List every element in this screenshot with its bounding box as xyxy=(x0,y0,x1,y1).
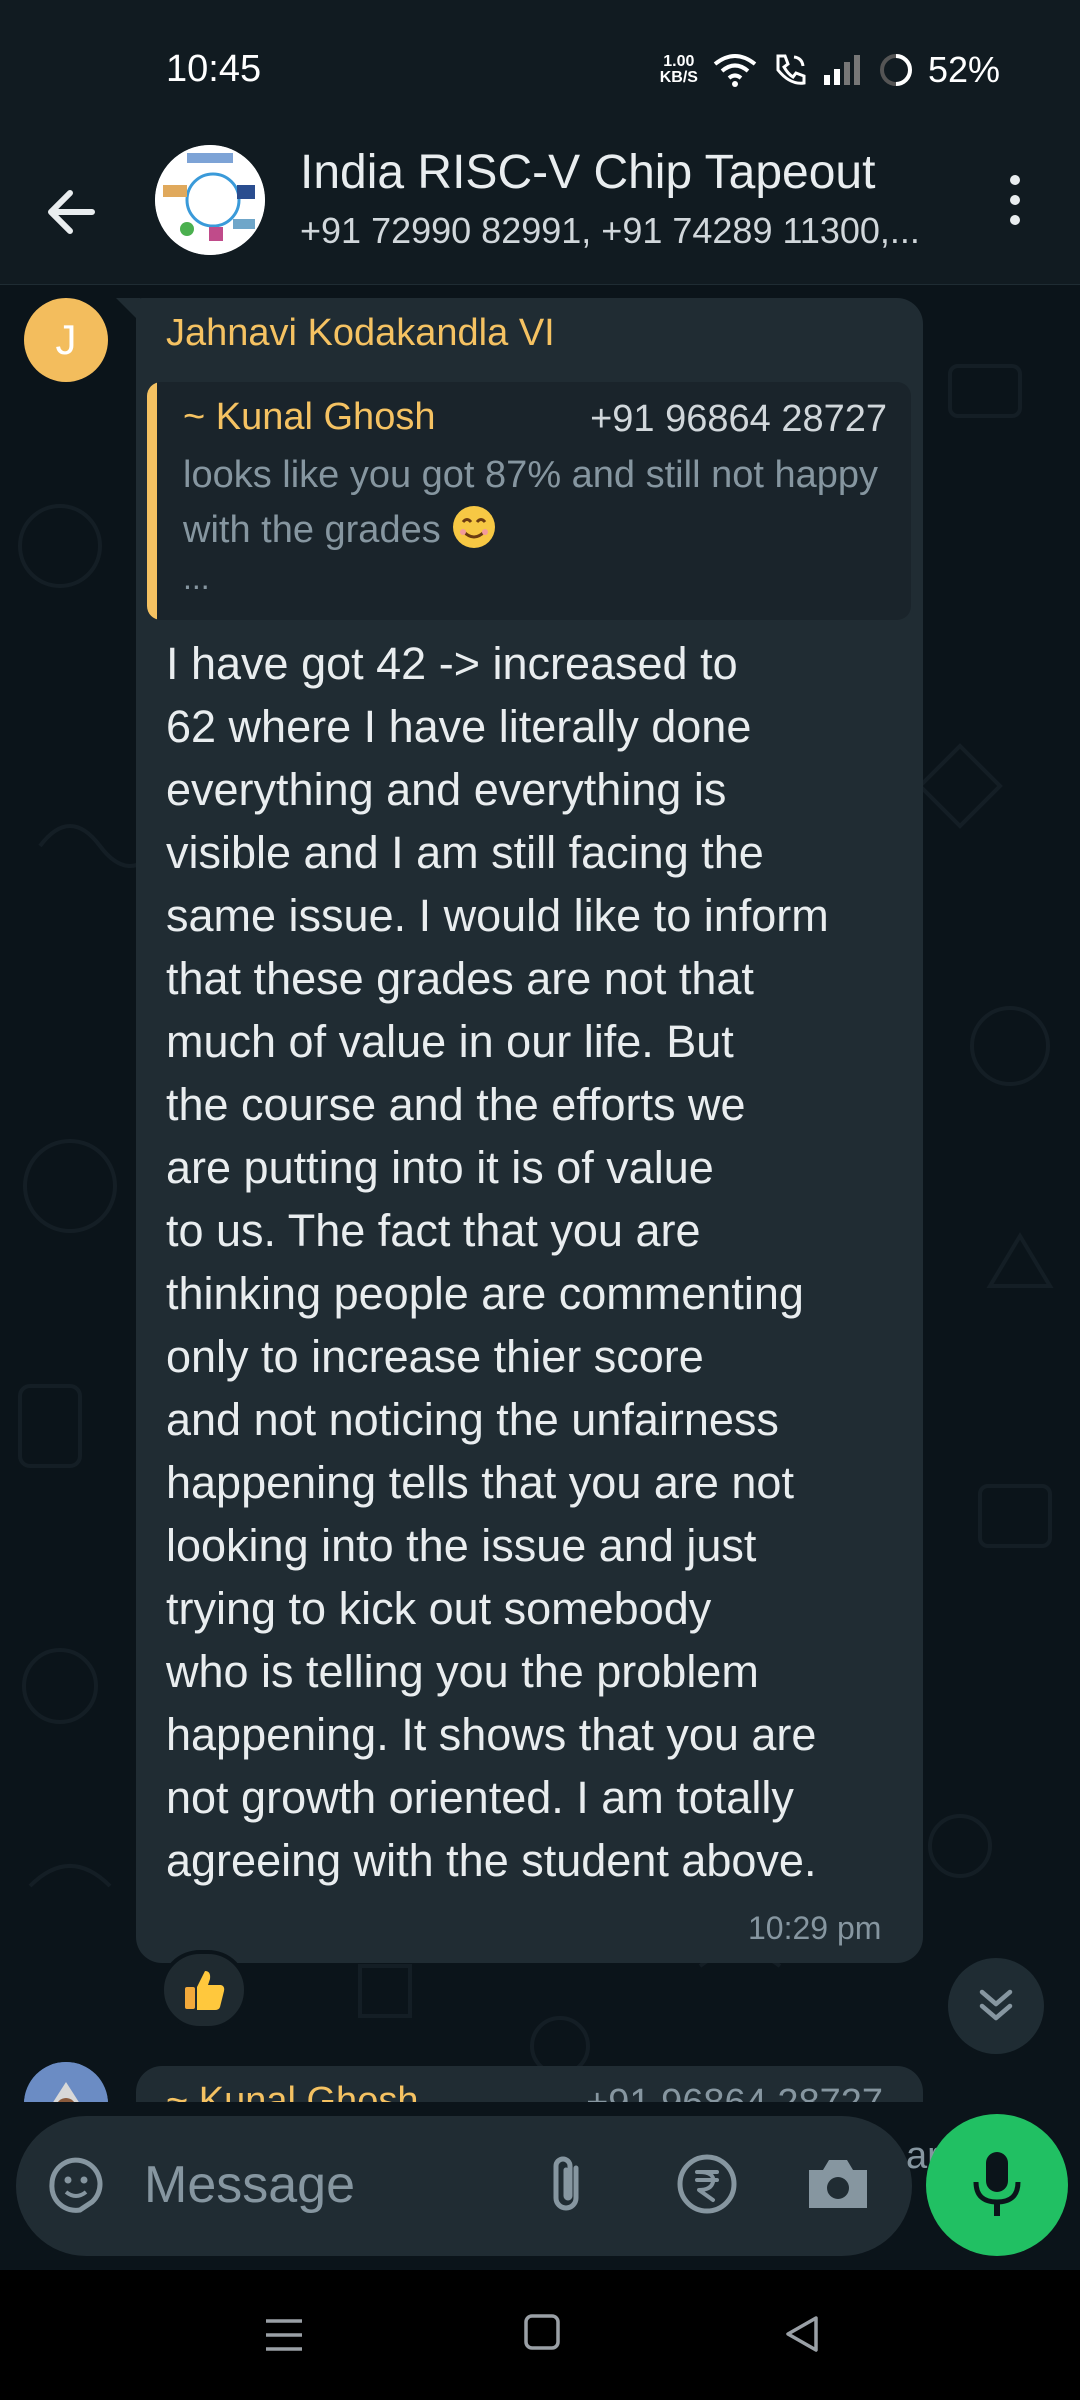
message-time: 10:29 pm xyxy=(748,1910,882,1946)
mic-icon xyxy=(973,2152,1021,2216)
whatsapp-chat-screen: 10:45 1.00 KB/S 52% India RISC-V Chip Ta… xyxy=(0,0,1080,2400)
recent-apps-icon[interactable] xyxy=(262,2315,306,2355)
group-logo-image xyxy=(155,145,265,255)
camera-icon[interactable] xyxy=(805,2152,871,2216)
thumbs-up-emoji-icon xyxy=(185,1971,225,2010)
sender-avatar[interactable]: J xyxy=(24,298,108,382)
home-icon[interactable] xyxy=(522,2312,562,2352)
signal-icon xyxy=(823,55,860,85)
more-options-icon[interactable] xyxy=(1000,170,1030,230)
status-icons: 1.00 KB/S 52% xyxy=(659,49,1000,90)
battery-percent: 52% xyxy=(927,49,1000,90)
status-time: 10:45 xyxy=(166,48,262,90)
sticker-icon[interactable] xyxy=(44,2152,108,2216)
quote-more: ... xyxy=(183,560,210,596)
rupee-payment-icon[interactable] xyxy=(675,2152,739,2216)
group-name[interactable]: India RISC-V Chip Tapeout xyxy=(300,145,875,200)
quote-phone: +91 96864 28727 xyxy=(590,398,887,440)
battery-ring-icon xyxy=(879,54,912,86)
attach-icon[interactable] xyxy=(540,2152,596,2218)
quote-accent-bar xyxy=(147,382,157,620)
scroll-to-bottom-button[interactable] xyxy=(948,1958,1044,2054)
quote-text-block: looks like you got 87% and still not hap… xyxy=(183,448,883,558)
wifi-icon xyxy=(713,54,757,87)
quote-author: ~ Kunal Ghosh xyxy=(183,396,436,438)
double-chevron-down-icon xyxy=(979,1989,1013,2021)
group-avatar[interactable] xyxy=(155,145,265,255)
back-arrow-icon[interactable] xyxy=(40,180,104,244)
message-input[interactable]: Message xyxy=(144,2155,355,2215)
net-speed: 1.00 KB/S xyxy=(659,53,698,86)
quote-text: looks like you got 87% and still not hap… xyxy=(183,454,878,551)
group-members[interactable]: +91 72990 82991, +91 74289 11300,... xyxy=(300,210,960,252)
sender-name[interactable]: Jahnavi Kodakandla VI xyxy=(166,312,555,355)
reaction-badge[interactable] xyxy=(160,1950,248,2030)
back-triangle-icon[interactable] xyxy=(782,2312,822,2356)
message-text: I have got 42 -> increased to 62 where I… xyxy=(166,638,829,1886)
quoted-message[interactable]: ~ Kunal Ghosh +91 96864 28727 looks like… xyxy=(147,382,911,620)
volte-call-icon xyxy=(776,54,806,85)
mic-button[interactable] xyxy=(926,2114,1068,2256)
status-bar: 10:45 1.00 KB/S 52% xyxy=(0,0,1080,140)
smiling-face-emoji-icon xyxy=(453,506,496,548)
